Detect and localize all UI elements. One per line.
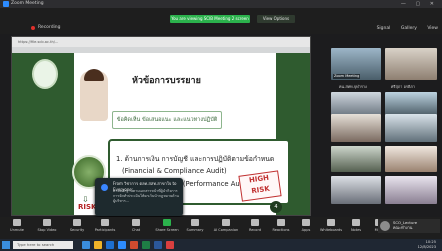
notes-icon [352, 219, 360, 226]
taskbar-clock[interactable]: 10:25 12/8/2023 [418, 240, 436, 250]
zoom-logo-icon [3, 1, 9, 7]
topic-item-1: 1. ด้านการเงิน การบัญชี และการปฏิบัติตาม… [116, 155, 275, 163]
ai-companion-button[interactable]: AI Companion [212, 219, 240, 233]
participant-tile[interactable]: Zoom Meeting [331, 48, 381, 80]
avatar [380, 221, 390, 231]
chrome-icon[interactable] [166, 241, 174, 249]
whiteboards-button[interactable]: Whiteboards [318, 219, 344, 233]
participant-name: Zoom Meeting [333, 74, 361, 79]
self-view-tile[interactable]: SCO_Lecture คณะทำงาน [378, 219, 440, 233]
shield-icon [73, 219, 81, 226]
viewing-screen-banner: You are viewing SCIB Meeting 2 screen [170, 15, 250, 23]
people-icon [101, 219, 109, 226]
ai-companion-icon [222, 219, 230, 226]
participant-tile[interactable] [385, 146, 437, 172]
window-controls[interactable]: — ▢ ✕ [401, 0, 438, 8]
participant-label: คน.สทท.จุฬาราง [339, 84, 367, 89]
reactions-button[interactable]: Reactions [270, 219, 292, 233]
chat-message: ตามหลักฐานตามเอกสารหน้าที่ผู้นำกิจการ กา… [113, 189, 179, 203]
stop-video-button[interactable]: Stop Video [36, 219, 58, 233]
reactions-icon [277, 219, 285, 226]
participant-tile[interactable] [385, 176, 437, 204]
slide-title: หัวข้อการบรรยาย [132, 76, 201, 86]
browser-url: https://file.scb.ac.th/... [18, 40, 59, 44]
chat-avatar-icon [101, 184, 108, 191]
slide-subtitle: ข้อคิดเห็น ข้อเสนอแนะ และแนวทางปฏิบัติ [112, 111, 222, 129]
participant-tile[interactable] [385, 114, 437, 142]
edge-browser-icon[interactable] [106, 241, 114, 249]
summary-icon [191, 219, 199, 226]
record-button[interactable]: Record [244, 219, 266, 233]
zoom-app-icon[interactable] [118, 241, 126, 249]
window-title: Zoom Meeting [11, 1, 44, 6]
participant-tile[interactable] [331, 114, 381, 142]
risk-label: RISK [78, 203, 97, 211]
share-screen-button[interactable]: Share Screen [154, 219, 180, 233]
chat-icon [132, 219, 140, 226]
participant-tile[interactable] [385, 48, 437, 80]
summary-button[interactable]: Summary [184, 219, 206, 233]
security-button[interactable]: Security [66, 219, 88, 233]
taskbar-search-input[interactable]: Type here to search [13, 241, 73, 249]
file-explorer-icon[interactable] [94, 241, 102, 249]
view-label[interactable]: View [427, 26, 438, 31]
apps-button[interactable]: Apps [295, 219, 317, 233]
participant-tile[interactable] [331, 176, 381, 204]
share-screen-icon [163, 219, 171, 226]
participant-tile[interactable] [331, 146, 381, 172]
top-right-controls[interactable]: Signal Gallery View [368, 25, 438, 33]
participants-button[interactable]: Participants [94, 219, 116, 233]
presenter-cartoon-image [80, 69, 108, 121]
whiteboard-icon [327, 219, 335, 226]
topic-item-1-english: (Financial & Compliance Audit) [122, 167, 227, 175]
excel-icon[interactable] [142, 241, 150, 249]
meeting-top-bar: Recording You are viewing SCIB Meeting 2… [0, 8, 442, 34]
taskbar-date: 12/8/2023 [417, 245, 436, 249]
windows-taskbar: Type here to search 10:25 12/8/2023 [0, 239, 442, 251]
word-icon[interactable] [154, 241, 162, 249]
apps-icon [302, 219, 310, 226]
chat-button[interactable]: Chat [125, 219, 147, 233]
video-icon [43, 219, 51, 226]
organization-seal-icon [32, 59, 58, 89]
window-title-bar: Zoom Meeting — ▢ ✕ [0, 0, 442, 8]
view-options-button[interactable]: View Options [257, 15, 295, 23]
recording-label: Recording [38, 25, 61, 30]
chat-notification[interactable]: From วิชาการ ตลท.สสท.สาขาใจ to Everyone:… [95, 178, 183, 216]
powerpoint-icon[interactable] [130, 241, 138, 249]
taskview-icon[interactable] [82, 241, 90, 249]
high-risk-stamp: HIGH RISK [238, 170, 282, 202]
page-number-badge: 4 [270, 201, 282, 213]
recording-icon [31, 26, 35, 30]
record-icon [251, 219, 259, 226]
cartoon-hair [84, 69, 104, 81]
windows-start-icon[interactable] [2, 241, 10, 249]
meeting-controls-toolbar: Unmute Stop Video Security Participants … [0, 217, 442, 239]
self-view-subtitle: คณะทำงาน [393, 225, 413, 230]
microphone-icon [13, 219, 21, 226]
signal-label[interactable]: Signal [377, 26, 391, 31]
participant-label: ศรีสุภา อรพีภา [391, 84, 416, 89]
gallery-label[interactable]: Gallery [401, 26, 417, 31]
notes-button[interactable]: Notes [345, 219, 367, 233]
unmute-button[interactable]: Unmute [6, 219, 28, 233]
